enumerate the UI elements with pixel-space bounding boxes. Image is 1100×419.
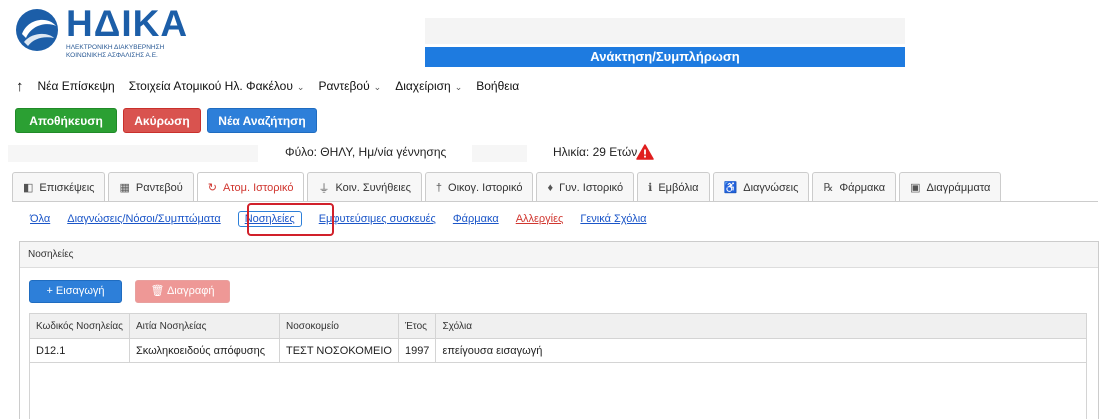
glass-icon: ⏚	[318, 182, 330, 195]
subtab-diagnoses[interactable]: Διαγνώσεις/Νόσοι/Συμπτώματα	[67, 213, 220, 225]
person-icon: †	[435, 181, 443, 194]
chart-icon: ▣	[910, 182, 921, 194]
column-header-year[interactable]: Έτος	[397, 313, 437, 339]
patient-age: Ηλικία: 29 Ετών	[553, 145, 638, 159]
patient-sex-dob: Φύλο: ΘΗΛΥ, Ημ/νία γέννησης	[285, 145, 447, 159]
tab-vaccines[interactable]: ℹ Εμβόλια	[637, 172, 710, 202]
idika-logo: ΗΔΙΚΑ ΗΛΕΚΤΡΟΝΙΚΗ ΔΙΑΚΥΒΕΡΝΗΣΗ ΚΟΙΝΩΝΙΚΗ…	[14, 4, 187, 66]
visits-icon: ◧	[23, 182, 34, 194]
tab-personal-history[interactable]: ↻ Ατομ. Ιστορικό	[196, 172, 305, 202]
tabs-divider	[12, 201, 1098, 202]
cell-cause: Σκωληκοειδούς απόφυσης	[128, 338, 280, 363]
table-row[interactable]: D12.1 Σκωληκοειδούς απόφυσης ΤΕΣΤ ΝΟΣΟΚΟ…	[29, 338, 1087, 363]
subtab-all[interactable]: Όλα	[30, 213, 50, 225]
menu-item-appointments[interactable]: Ραντεβού ⌄	[318, 79, 381, 93]
warning-icon[interactable]	[636, 144, 654, 163]
tab-charts[interactable]: ▣ Διαγράμματα	[899, 172, 1002, 202]
tab-diagnoses[interactable]: ♿ Διαγνώσεις	[712, 172, 810, 202]
menu-item-ehr-details[interactable]: Στοιχεία Ατομικού Ηλ. Φακέλου ⌄	[129, 79, 305, 93]
menu-item-new-visit[interactable]: Νέα Επίσκεψη	[38, 79, 115, 93]
tab-social-habits[interactable]: ⏚ Κοιν. Συνήθειες	[307, 172, 422, 202]
arrow-up-icon[interactable]: ↑	[16, 78, 24, 95]
cancel-button[interactable]: Ακύρωση	[123, 108, 201, 133]
info-icon: ℹ	[648, 182, 653, 194]
patient-dob-value	[472, 145, 527, 162]
patient-name-area	[8, 145, 258, 162]
menu-item-management[interactable]: Διαχείριση ⌄	[395, 79, 462, 93]
wheelchair-icon: ♿	[723, 182, 738, 194]
tab-medicines[interactable]: ℞ Φάρμακα	[812, 172, 897, 202]
record-tabs: ◧ Επισκέψεις ▦ Ραντεβού ↻ Ατομ. Ιστορικό ⏚ Κ…	[12, 172, 1002, 202]
tab-appointments[interactable]: ▦ Ραντεβού	[108, 172, 194, 202]
history-subtabs: Όλα Διαγνώσεις/Νόσοι/Συμπτώματα Νοσηλείε…	[30, 210, 664, 228]
column-header-code[interactable]: Κωδικός Νοσηλείας	[29, 313, 130, 339]
page-title: Ανάκτηση/Συμπλήρωση	[425, 47, 905, 67]
tab-visits[interactable]: ◧ Επισκέψεις	[12, 172, 106, 202]
cell-comments: επείγουσα εισαγωγή	[435, 338, 1087, 363]
column-header-hospital[interactable]: Νοσοκομείο	[278, 313, 399, 339]
column-header-comments[interactable]: Σχόλια	[435, 313, 1087, 339]
hospitalizations-table: Κωδικός Νοσηλείας Αιτία Νοσηλείας Νοσοκο…	[29, 313, 1087, 363]
subtab-medicines[interactable]: Φάρμακα	[453, 213, 499, 225]
panel-title: Νοσηλείες	[20, 242, 1098, 268]
chevron-down-icon: ⌄	[296, 82, 305, 92]
cell-hospital: ΤΕΣΤ ΝΟΣΟΚΟΜΕΙΟ	[278, 338, 399, 363]
prescription-icon: ℞	[823, 182, 834, 194]
column-header-cause[interactable]: Αιτία Νοσηλείας	[128, 313, 280, 339]
logo-title: ΗΔΙΚΑ	[66, 3, 189, 44]
subtab-implants[interactable]: Εμφυτεύσιμες συσκευές	[319, 213, 436, 225]
history-icon: ↻	[207, 182, 217, 194]
logo-subtitle: ΗΛΕΚΤΡΟΝΙΚΗ ΔΙΑΚΥΒΕΡΝΗΣΗ ΚΟΙΝΩΝΙΚΗΣ ΑΣΦΑ…	[66, 44, 165, 59]
tab-family-history[interactable]: † Οικογ. Ιστορικό	[424, 172, 534, 202]
main-menu: ↑ Νέα Επίσκεψη Στοιχεία Ατομικού Ηλ. Φακ…	[16, 76, 533, 96]
tab-gyn-history[interactable]: ♦ Γυν. Ιστορικό	[536, 172, 635, 202]
table-empty-area	[29, 363, 1087, 419]
logo-swirl-icon	[16, 9, 58, 51]
header-blank-area	[425, 18, 905, 44]
subtab-general-notes[interactable]: Γενικά Σχόλια	[580, 213, 646, 225]
save-button[interactable]: Αποθήκευση	[15, 108, 117, 133]
cell-year: 1997	[397, 338, 437, 363]
female-icon: ♦	[547, 181, 554, 194]
cell-code: D12.1	[29, 338, 130, 363]
menu-item-help[interactable]: Βοήθεια	[476, 79, 519, 93]
table-header-row: Κωδικός Νοσηλείας Αιτία Νοσηλείας Νοσοκο…	[29, 313, 1087, 339]
subtab-allergies[interactable]: Αλλεργίες	[516, 213, 564, 225]
delete-button[interactable]: 🗑 Διαγραφή	[135, 280, 230, 303]
add-button[interactable]: + Εισαγωγή	[29, 280, 122, 303]
new-search-button[interactable]: Νέα Αναζήτηση	[207, 108, 317, 133]
calendar-icon: ▦	[119, 182, 130, 194]
annotation-highlight	[247, 203, 334, 236]
chevron-down-icon: ⌄	[454, 82, 463, 92]
chevron-down-icon: ⌄	[373, 82, 382, 92]
